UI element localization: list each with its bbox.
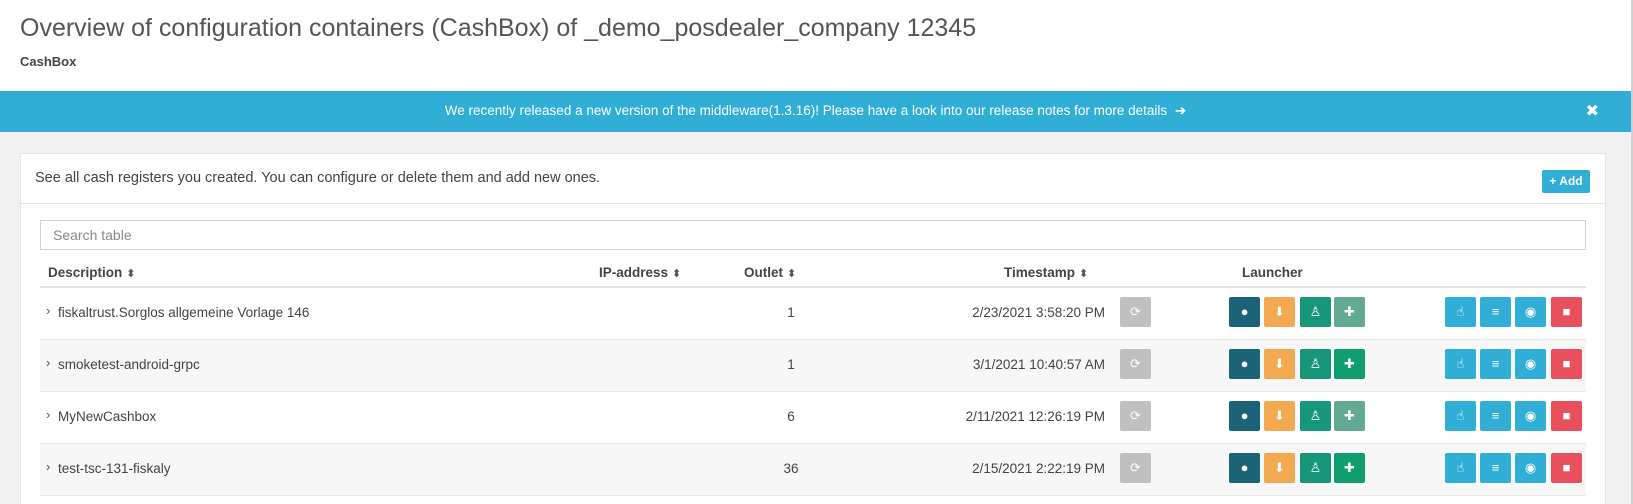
column-header-label[interactable]: IP-address [599,265,668,280]
column-header-ip[interactable]: IP-address ⬍ [599,265,681,280]
column-header-description[interactable]: Description ⬍ [48,265,135,280]
android-launcher-button[interactable]: ✚ [1334,297,1365,327]
list-button[interactable]: ≡ [1480,453,1511,483]
delete-button[interactable]: ■ [1551,349,1582,379]
arrow-right-icon[interactable]: ➔ [1175,103,1186,119]
configure-button[interactable]: ☝ [1445,297,1476,327]
row-description: MyNewCashbox [58,409,157,424]
configure-button[interactable]: ☝ [1445,453,1476,483]
row-timestamp: 2/23/2021 3:58:20 PM [972,305,1105,320]
panel-description: See all cash registers you created. You … [35,170,601,186]
refresh-button[interactable]: ⟳ [1120,401,1151,431]
sort-icon[interactable]: ⬍ [672,268,681,280]
web-launcher-button[interactable]: ● [1229,297,1260,327]
chevron-right-icon[interactable]: › [46,355,50,370]
cashbox-table: Description ⬍ IP-address ⬍ Outlet ⬍ Timesta… [40,258,1586,496]
refresh-button[interactable]: ⟳ [1120,297,1151,327]
release-banner: We recently released a new version of th… [0,91,1631,132]
page-title: Overview of configuration containers (Ca… [20,14,977,42]
sort-icon[interactable]: ⬍ [1079,268,1088,280]
download-button[interactable]: ⬇ [1264,297,1295,327]
sort-icon[interactable]: ⬍ [787,268,796,280]
chevron-right-icon[interactable]: › [46,459,50,474]
refresh-button[interactable]: ⟳ [1120,349,1151,379]
search-input[interactable] [40,220,1586,250]
delete-button[interactable]: ■ [1551,453,1582,483]
column-header-label[interactable]: Description [48,265,122,280]
web-launcher-button[interactable]: ● [1229,349,1260,379]
view-button[interactable]: ◉ [1515,453,1546,483]
row-outlet: 6 [787,409,795,424]
column-header-timestamp[interactable]: Timestamp ⬍ [1004,265,1088,280]
download-button[interactable]: ⬇ [1264,453,1295,483]
row-timestamp: 2/15/2021 2:22:19 PM [972,461,1105,476]
configure-button[interactable]: ☝ [1445,349,1476,379]
table-row[interactable]: › smoketest-android-grpc 1 3/1/2021 10:4… [40,340,1586,392]
table-row[interactable]: › MyNewCashbox 6 2/11/2021 12:26:19 PM ⟳… [40,392,1586,444]
banner-message[interactable]: We recently released a new version of th… [0,103,1631,119]
list-button[interactable]: ≡ [1480,401,1511,431]
view-button[interactable]: ◉ [1515,401,1546,431]
linux-launcher-button[interactable]: ♙ [1300,401,1331,431]
list-button[interactable]: ≡ [1480,349,1511,379]
column-header-label[interactable]: Timestamp [1004,265,1075,280]
row-outlet: 1 [787,357,795,372]
row-outlet: 1 [787,305,795,320]
download-button[interactable]: ⬇ [1264,401,1295,431]
column-header-launcher: Launcher [1242,265,1303,280]
view-button[interactable]: ◉ [1515,349,1546,379]
delete-button[interactable]: ■ [1551,401,1582,431]
linux-launcher-button[interactable]: ♙ [1300,453,1331,483]
table-row[interactable]: › test-tsc-131-fiskaly 36 2/15/2021 2:22… [40,444,1586,496]
table-header: Description ⬍ IP-address ⬍ Outlet ⬍ Timesta… [40,258,1586,288]
android-launcher-button[interactable]: ✚ [1334,401,1365,431]
web-launcher-button[interactable]: ● [1229,453,1260,483]
row-timestamp: 3/1/2021 10:40:57 AM [972,357,1105,372]
row-description: test-tsc-131-fiskaly [58,461,171,476]
table-row[interactable]: › fiskaltrust.Sorglos allgemeine Vorlage… [40,288,1586,340]
add-button[interactable]: + Add [1542,170,1590,193]
row-timestamp: 2/11/2021 12:26:19 PM [965,409,1105,424]
list-button[interactable]: ≡ [1480,297,1511,327]
panel-heading: See all cash registers you created. You … [21,154,1605,204]
android-launcher-button[interactable]: ✚ [1334,349,1365,379]
view-button[interactable]: ◉ [1515,297,1546,327]
delete-button[interactable]: ■ [1551,297,1582,327]
row-description: smoketest-android-grpc [58,357,200,372]
cashbox-panel: See all cash registers you created. You … [20,153,1606,504]
android-launcher-button[interactable]: ✚ [1334,453,1365,483]
chevron-right-icon[interactable]: › [46,407,50,422]
download-button[interactable]: ⬇ [1264,349,1295,379]
chevron-right-icon[interactable]: › [46,303,50,318]
row-description: fiskaltrust.Sorglos allgemeine Vorlage 1… [58,305,310,320]
banner-text[interactable]: We recently released a new version of th… [445,103,1167,118]
breadcrumb: CashBox [20,54,77,69]
linux-launcher-button[interactable]: ♙ [1300,297,1331,327]
column-header-outlet[interactable]: Outlet ⬍ [744,265,796,280]
page-header: Overview of configuration containers (Ca… [0,0,1633,91]
linux-launcher-button[interactable]: ♙ [1300,349,1331,379]
refresh-button[interactable]: ⟳ [1120,453,1151,483]
configure-button[interactable]: ☝ [1445,401,1476,431]
web-launcher-button[interactable]: ● [1229,401,1260,431]
column-header-label[interactable]: Outlet [744,265,783,280]
close-icon[interactable]: ✖ [1586,101,1599,121]
sort-icon[interactable]: ⬍ [126,268,135,280]
row-outlet: 36 [783,461,799,476]
